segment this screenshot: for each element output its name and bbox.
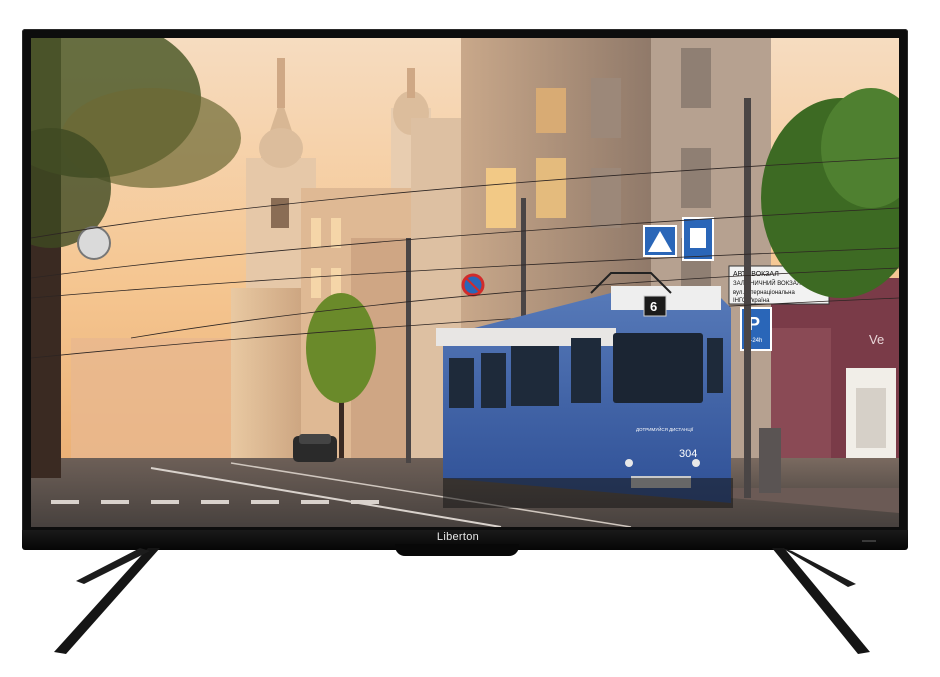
street-clock: [77, 226, 111, 260]
parked-car: [293, 434, 337, 462]
shop-sign: Ve: [869, 332, 884, 347]
left-stand-leg: [54, 548, 160, 654]
brand-logo: Liberton: [436, 531, 480, 543]
sign-line-3: вул. Інтернаціональна: [733, 290, 795, 296]
tram-notice: ДОТРИМУЙСЯ ДИСТАНЦІЇ: [636, 425, 694, 432]
power-indicator: [862, 540, 876, 542]
right-stand-leg: [772, 548, 870, 654]
tram-route-number: 6: [650, 299, 657, 314]
sign-line-4: ІНГО Україна: [733, 298, 770, 304]
no-parking-sign: [461, 273, 485, 297]
tram-fleet-number: 304: [679, 448, 697, 460]
city-street-scene: АВТОВОКЗАЛ ЗАЛІЗНИЧНИЙ ВОКЗАЛ вул. Інтер…: [31, 38, 899, 527]
sign-line-2: ЗАЛІЗНИЧНИЙ ВОКЗАЛ: [733, 279, 801, 287]
tv-logo-plate: [395, 544, 519, 556]
tv-screen: АВТОВОКЗАЛ ЗАЛІЗНИЧНИЙ ВОКЗАЛ вул. Інтер…: [31, 38, 899, 527]
